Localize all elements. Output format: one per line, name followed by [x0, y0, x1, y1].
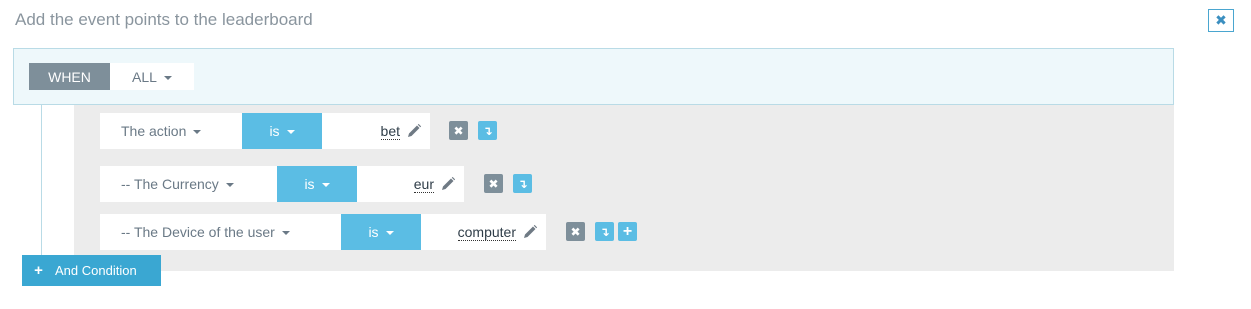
tree-connector-line — [41, 105, 42, 257]
nest-condition-button[interactable]: ↴ — [478, 121, 497, 140]
arrow-down-turn-icon: ↴ — [517, 176, 528, 191]
close-icon: ✖ — [570, 224, 581, 239]
chevron-down-icon — [286, 130, 295, 134]
arrow-down-turn-icon: ↴ — [599, 224, 610, 239]
close-icon: ✖ — [488, 176, 499, 191]
nest-condition-button[interactable]: ↴ — [513, 174, 532, 193]
condition-field-label: -- The Currency — [121, 176, 219, 192]
condition-field-dropdown[interactable]: The action — [100, 113, 242, 149]
condition-operator-label: is — [368, 224, 379, 240]
chevron-down-icon — [193, 130, 202, 134]
add-condition-inline-button[interactable]: + — [618, 222, 637, 241]
condition-row: -- The Device of the user is computer — [100, 214, 546, 250]
condition-field-label: The action — [121, 123, 187, 139]
nest-condition-button[interactable]: ↴ — [595, 222, 614, 241]
delete-condition-button[interactable]: ✖ — [449, 121, 468, 140]
condition-value-box: eur — [357, 166, 464, 202]
pencil-icon[interactable] — [522, 224, 538, 240]
match-type-value: ALL — [132, 68, 157, 85]
arrow-down-turn-icon: ↴ — [482, 123, 493, 138]
chevron-down-icon — [225, 183, 234, 187]
dialog-title: Add the event points to the leaderboard — [15, 10, 313, 29]
condition-row: The action is bet — [100, 113, 430, 149]
pencil-icon[interactable] — [406, 123, 422, 139]
pencil-icon[interactable] — [440, 176, 456, 192]
chevron-down-icon — [385, 231, 394, 235]
condition-operator-dropdown[interactable]: is — [341, 214, 421, 250]
condition-value-box: bet — [322, 113, 430, 149]
condition-value-box: computer — [421, 214, 546, 250]
close-icon: ✖ — [453, 123, 464, 138]
condition-operator-label: is — [269, 123, 280, 139]
condition-value[interactable]: eur — [413, 176, 434, 193]
and-condition-button[interactable]: + And Condition — [22, 255, 161, 286]
condition-value[interactable]: bet — [380, 123, 400, 140]
condition-row: -- The Currency is eur — [100, 166, 464, 202]
condition-field-label: -- The Device of the user — [121, 224, 275, 240]
condition-field-dropdown[interactable]: -- The Device of the user — [100, 214, 341, 250]
plus-icon: + — [34, 262, 43, 279]
and-condition-label: And Condition — [55, 263, 137, 278]
delete-condition-button[interactable]: ✖ — [484, 174, 503, 193]
condition-operator-dropdown[interactable]: is — [242, 113, 322, 149]
chevron-down-icon — [163, 75, 172, 80]
when-bar: WHEN ALL — [13, 48, 1174, 105]
condition-field-dropdown[interactable]: -- The Currency — [100, 166, 277, 202]
plus-icon: + — [622, 222, 633, 240]
condition-operator-label: is — [304, 176, 315, 192]
chevron-down-icon — [281, 231, 290, 235]
chevron-down-icon — [321, 183, 330, 187]
match-type-dropdown[interactable]: ALL — [110, 63, 194, 90]
close-button[interactable]: ✖ — [1208, 9, 1234, 32]
condition-value[interactable]: computer — [457, 224, 516, 241]
when-label: WHEN — [29, 63, 110, 90]
condition-operator-dropdown[interactable]: is — [277, 166, 357, 202]
delete-condition-button[interactable]: ✖ — [566, 222, 585, 241]
close-icon: ✖ — [1215, 12, 1227, 28]
